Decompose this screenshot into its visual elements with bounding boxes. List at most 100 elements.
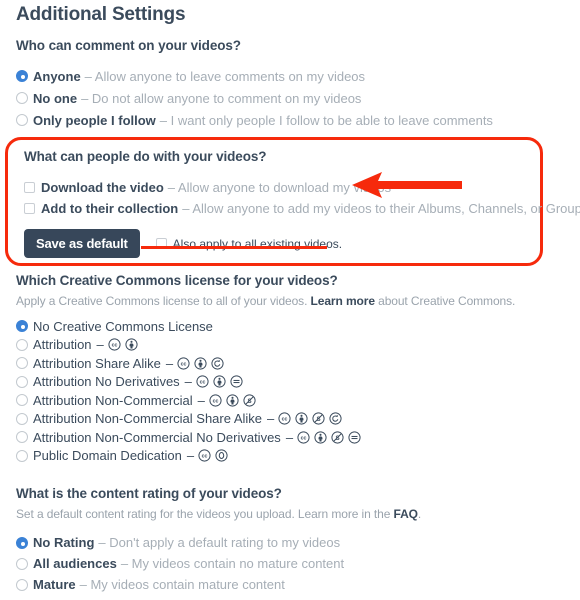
checkbox-label-add-to-their-collection: Add to their collection xyxy=(41,201,179,216)
radio-option-no-one[interactable]: No one – Do not allow anyone to comment … xyxy=(16,87,564,109)
radio-icon-all-audiences[interactable] xyxy=(16,557,28,570)
radio-option-public-domain-dedication[interactable]: Public Domain Dedication – cc xyxy=(16,447,564,466)
page-title: Additional Settings xyxy=(16,4,186,25)
comments-heading: Who can comment on your videos? xyxy=(16,38,241,53)
radio-label-all-audiences: All audiences xyxy=(33,556,117,571)
cc-logo-icon: cc xyxy=(209,394,222,407)
radio-option-no-rating[interactable]: No Rating – Don't apply a default rating… xyxy=(16,532,564,553)
radio-desc-anyone: – Allow anyone to leave comments on my v… xyxy=(84,68,366,84)
permissions-heading: What can people do with your videos? xyxy=(24,149,267,164)
cc-icon-group-attribution-no-derivatives: cc xyxy=(196,375,243,388)
cc-dash-attribution-share-alike: – xyxy=(165,355,174,371)
radio-label-attribution: Attribution xyxy=(33,337,92,353)
radio-desc-no-one: – Do not allow anyone to comment on my v… xyxy=(81,90,362,106)
cc-dash-attribution-non-commercial-share-alike: – xyxy=(267,411,275,427)
radio-label-anyone: Anyone xyxy=(33,68,81,84)
radio-option-attribution-no-derivatives[interactable]: Attribution No Derivatives – cc xyxy=(16,373,564,392)
radio-desc-mature: – My videos contain mature content xyxy=(79,577,285,592)
content-rating-section: What is the content rating of your video… xyxy=(16,486,564,595)
cc-non-commercial-icon: S xyxy=(243,394,256,407)
radio-label-attribution-no-derivatives: Attribution No Derivatives xyxy=(33,374,180,390)
cc-attribution-by-icon xyxy=(213,375,226,388)
radio-label-no-one: No one xyxy=(33,90,78,106)
comments-option-list: Anyone – Allow anyone to leave comments … xyxy=(16,65,564,131)
cc-attribution-by-icon xyxy=(226,394,239,407)
cc-no-derivatives-icon xyxy=(230,375,243,388)
content-rating-heading: What is the content rating of your video… xyxy=(16,486,282,501)
svg-text:cc: cc xyxy=(202,454,208,460)
cc-sub-after: about Creative Commons. xyxy=(378,294,516,308)
checkbox-option-download-the-video[interactable]: Download the video – Allow anyone to dow… xyxy=(24,177,544,198)
radio-label-public-domain-dedication: Public Domain Dedication xyxy=(33,448,182,464)
radio-option-attribution[interactable]: Attribution – cc xyxy=(16,336,564,355)
cc-dash-attribution-no-derivatives: – xyxy=(184,374,192,390)
save-as-default-button[interactable]: Save as default xyxy=(24,229,140,258)
checkbox-icon-add-to-their-collection[interactable] xyxy=(24,203,35,214)
radio-option-no-cc-license[interactable]: No Creative Commons License xyxy=(16,317,564,336)
cc-attribution-by-icon xyxy=(125,338,138,351)
cc-icon-group-attribution-share-alike: cc xyxy=(177,357,224,370)
cc-logo-icon: cc xyxy=(198,449,211,462)
radio-icon-mature[interactable] xyxy=(16,578,28,591)
radio-icon-attribution-non-commercial-share-alike[interactable] xyxy=(16,412,28,425)
cc-non-commercial-icon: S xyxy=(312,412,325,425)
radio-icon-public-domain-dedication[interactable] xyxy=(16,449,28,462)
svg-text:cc: cc xyxy=(301,435,307,441)
highlight-underline xyxy=(141,246,327,249)
radio-option-mature[interactable]: Mature – My videos contain mature conten… xyxy=(16,574,564,595)
permissions-section: What can people do with your videos? Dow… xyxy=(24,149,580,258)
radio-desc-only-people-i-follow: – I want only people I follow to be able… xyxy=(159,112,493,128)
radio-option-attribution-non-commercial[interactable]: Attribution Non-Commercial – cc S xyxy=(16,391,564,410)
cc-no-derivatives-icon xyxy=(348,431,361,444)
cc-attribution-by-icon xyxy=(295,412,308,425)
permissions-checkbox-list: Download the video – Allow anyone to dow… xyxy=(24,177,580,219)
cc-icon-group-attribution-non-commercial: cc S xyxy=(209,394,256,407)
radio-icon-no-one[interactable] xyxy=(16,92,28,104)
radio-label-only-people-i-follow: Only people I follow xyxy=(33,112,156,128)
cc-dash-public-domain-dedication: – xyxy=(186,448,195,464)
creative-commons-subtext: Apply a Creative Commons license to all … xyxy=(16,294,564,308)
cc-sub-before: Apply a Creative Commons license to all … xyxy=(16,294,308,308)
rating-sub-before: Set a default content rating for the vid… xyxy=(16,507,391,521)
radio-desc-all-audiences: – My videos contain no mature content xyxy=(120,556,345,571)
cc-logo-icon: cc xyxy=(177,357,190,370)
annotation-arrow-icon xyxy=(352,172,462,203)
creative-commons-option-list: No Creative Commons License Attribution … xyxy=(16,317,564,465)
radio-icon-attribution-non-commercial-no-derivatives[interactable] xyxy=(16,431,28,444)
cc-learn-more-link[interactable]: Learn more xyxy=(311,294,375,308)
radio-option-attribution-non-commercial-no-derivatives[interactable]: Attribution Non-Commercial No Derivative… xyxy=(16,428,564,447)
cc-logo-icon: cc xyxy=(297,431,310,444)
svg-text:cc: cc xyxy=(282,417,288,423)
creative-commons-heading: Which Creative Commons license for your … xyxy=(16,273,338,288)
radio-label-attribution-non-commercial-share-alike: Attribution Non-Commercial Share Alike xyxy=(33,411,263,427)
radio-label-no-cc-license: No Creative Commons License xyxy=(33,318,213,334)
radio-label-attribution-non-commercial-no-derivatives: Attribution Non-Commercial No Derivative… xyxy=(33,429,281,445)
svg-text:cc: cc xyxy=(200,380,206,386)
radio-icon-attribution-non-commercial[interactable] xyxy=(16,394,28,407)
radio-icon-no-cc-license[interactable] xyxy=(16,320,28,333)
radio-label-mature: Mature xyxy=(33,577,76,592)
cc-icon-group-attribution-non-commercial-no-derivatives: cc S xyxy=(297,431,361,444)
radio-icon-attribution-no-derivatives[interactable] xyxy=(16,375,28,388)
faq-link[interactable]: FAQ xyxy=(394,507,418,521)
cc-attribution-by-icon xyxy=(194,357,207,370)
content-rating-subtext: Set a default content rating for the vid… xyxy=(16,507,564,521)
checkbox-option-add-to-their-collection[interactable]: Add to their collection – Allow anyone t… xyxy=(24,198,580,219)
radio-option-all-audiences[interactable]: All audiences – My videos contain no mat… xyxy=(16,553,564,574)
radio-icon-attribution-share-alike[interactable] xyxy=(16,357,28,370)
radio-option-anyone[interactable]: Anyone – Allow anyone to leave comments … xyxy=(16,65,564,87)
svg-text:cc: cc xyxy=(213,398,219,404)
radio-option-attribution-share-alike[interactable]: Attribution Share Alike – cc xyxy=(16,354,564,373)
radio-icon-anyone[interactable] xyxy=(16,70,28,82)
svg-text:cc: cc xyxy=(181,361,187,367)
radio-option-only-people-i-follow[interactable]: Only people I follow – I want only peopl… xyxy=(16,109,564,131)
radio-option-attribution-non-commercial-share-alike[interactable]: Attribution Non-Commercial Share Alike –… xyxy=(16,410,564,429)
checkbox-label-download-the-video: Download the video xyxy=(41,180,164,195)
comments-section: Who can comment on your videos? Anyone –… xyxy=(16,38,564,131)
cc-icon-group-public-domain-dedication: cc xyxy=(198,449,228,462)
radio-icon-no-rating[interactable] xyxy=(16,536,28,549)
checkbox-icon-download-the-video[interactable] xyxy=(24,182,35,193)
radio-icon-only-people-i-follow[interactable] xyxy=(16,114,28,126)
radio-icon-attribution[interactable] xyxy=(16,338,28,351)
cc-logo-icon: cc xyxy=(278,412,291,425)
